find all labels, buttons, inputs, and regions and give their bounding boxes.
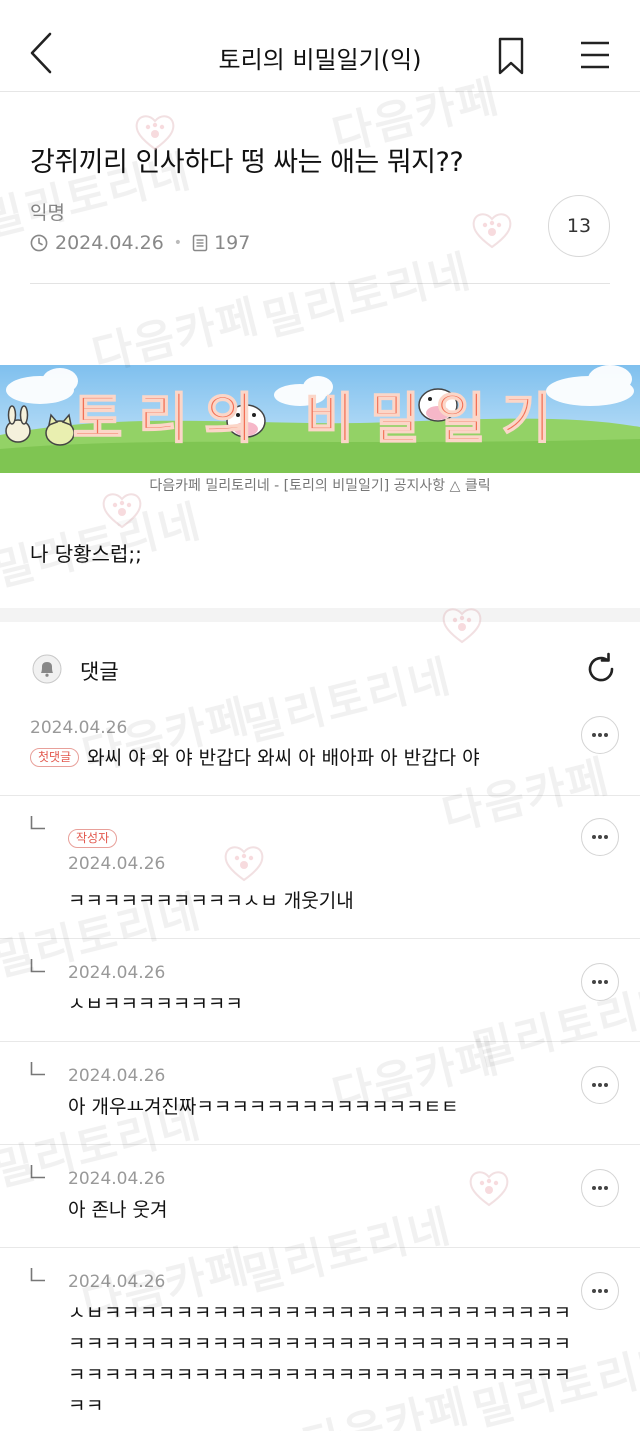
comment-date: 2024.04.26 xyxy=(30,718,128,738)
more-options-button[interactable] xyxy=(581,1169,619,1207)
banner-caption[interactable]: 다음카페 밀리토리네 - [토리의 비밀일기] 공지사항 △ 클릭 xyxy=(0,475,640,495)
more-options-button[interactable] xyxy=(581,1066,619,1104)
cafe-title[interactable]: 토리의 비밀일기(익) xyxy=(120,40,520,75)
reply-arrow-icon xyxy=(30,816,45,830)
watermark-text: 밀리토리네 xyxy=(258,245,477,347)
post-body: 나 당황스럽;; xyxy=(30,542,142,566)
author-name[interactable]: 익명 xyxy=(30,198,65,225)
comment-text: ㅅㅂㅋㅋㅋㅋㅋㅋㅋㅋㅋㅋㅋㅋㅋㅋㅋㅋㅋㅋㅋㅋㅋㅋㅋㅋㅋㅋㅋㅋㅋㅋㅋㅋㅋㅋㅋㅋㅋㅋ… xyxy=(68,1302,572,1417)
banner-title: 토리의 비밀일기 xyxy=(73,387,568,450)
more-options-button[interactable] xyxy=(581,963,619,1001)
post-title: 강쥐끼리 인사하다 떵 싸는 애는 뭐지?? xyxy=(30,147,464,178)
comment-item: 2024.04.26 첫댓글 와씨 야 와 야 반갑다 와씨 아 배아파 아 반갑… xyxy=(0,712,640,796)
reply-item: 2024.04.26 ㅅㅂㅋㅋㅋㅋㅋㅋㅋㅋ xyxy=(0,939,640,1042)
banner-illustration: 토리의 비밀일기 xyxy=(0,365,640,473)
paw-heart-icon xyxy=(472,213,512,249)
comment-text: 첫댓글 와씨 야 와 야 반갑다 와씨 아 배아파 아 반갑다 야 xyxy=(30,743,570,774)
post-date: 2024.04.26 xyxy=(55,232,164,254)
reply-item: 2024.04.26 ㅅㅂㅋㅋㅋㅋㅋㅋㅋㅋㅋㅋㅋㅋㅋㅋㅋㅋㅋㅋㅋㅋㅋㅋㅋㅋㅋㅋㅋ… xyxy=(0,1248,640,1431)
comment-date: 2024.04.26 xyxy=(68,1169,166,1189)
comment-date: 2024.04.26 xyxy=(68,854,166,874)
top-bar: 토리의 비밀일기(익) xyxy=(0,0,640,92)
document-icon xyxy=(192,234,208,252)
reply-item: 작성자 2024.04.26 ㅋㅋㅋㅋㅋㅋㅋㅋㅋㅋㅅㅂ 개웃기내 xyxy=(0,796,640,939)
comments-label: 댓글 xyxy=(80,660,119,684)
more-options-button[interactable] xyxy=(581,716,619,754)
comment-text: 아 개우ㅛ겨진짜ㅋㅋㅋㅋㅋㅋㅋㅋㅋㅋㅋㅋㅋㅌㅌ xyxy=(68,1096,459,1118)
reply-item: 2024.04.26 아 존나 웃겨 xyxy=(0,1145,640,1248)
reply-arrow-icon xyxy=(30,1268,45,1282)
comment-body: 와씨 야 와 야 반갑다 와씨 아 배아파 아 반갑다 야 xyxy=(87,747,480,769)
comment-text: 아 존나 웃겨 xyxy=(68,1199,168,1221)
comment-date: 2024.04.26 xyxy=(68,1272,166,1292)
section-divider xyxy=(0,608,640,622)
refresh-icon[interactable] xyxy=(584,652,618,686)
comment-count-button[interactable]: 13 xyxy=(548,195,610,257)
post-meta: 2024.04.26 • 197 xyxy=(30,230,250,256)
notice-banner[interactable]: 토리의 비밀일기 xyxy=(0,365,640,473)
comment-text: ㅋㅋㅋㅋㅋㅋㅋㅋㅋㅋㅅㅂ 개웃기내 xyxy=(68,890,354,912)
first-comment-badge: 첫댓글 xyxy=(30,748,80,767)
bell-icon[interactable] xyxy=(32,654,62,684)
comments-header: 댓글 xyxy=(0,622,640,712)
more-options-button[interactable] xyxy=(581,818,619,856)
reply-arrow-icon xyxy=(30,1165,45,1179)
reply-arrow-icon xyxy=(30,1062,45,1076)
comment-text: ㅅㅂㅋㅋㅋㅋㅋㅋㅋㅋ xyxy=(68,993,243,1015)
hamburger-menu-icon[interactable] xyxy=(578,40,612,72)
meta-separator: • xyxy=(173,235,183,251)
clock-icon xyxy=(30,234,48,252)
view-count: 197 xyxy=(214,232,251,254)
back-arrow-icon[interactable] xyxy=(22,30,62,76)
paw-heart-icon xyxy=(102,493,142,529)
divider xyxy=(30,283,610,284)
comment-date: 2024.04.26 xyxy=(68,963,166,983)
comment-date: 2024.04.26 xyxy=(68,1066,166,1086)
reply-arrow-icon xyxy=(30,959,45,973)
more-options-button[interactable] xyxy=(581,1272,619,1310)
writer-badge: 작성자 xyxy=(68,829,118,848)
reply-item: 2024.04.26 아 개우ㅛ겨진짜ㅋㅋㅋㅋㅋㅋㅋㅋㅋㅋㅋㅋㅋㅌㅌ xyxy=(0,1042,640,1145)
bookmark-icon[interactable] xyxy=(494,36,528,76)
